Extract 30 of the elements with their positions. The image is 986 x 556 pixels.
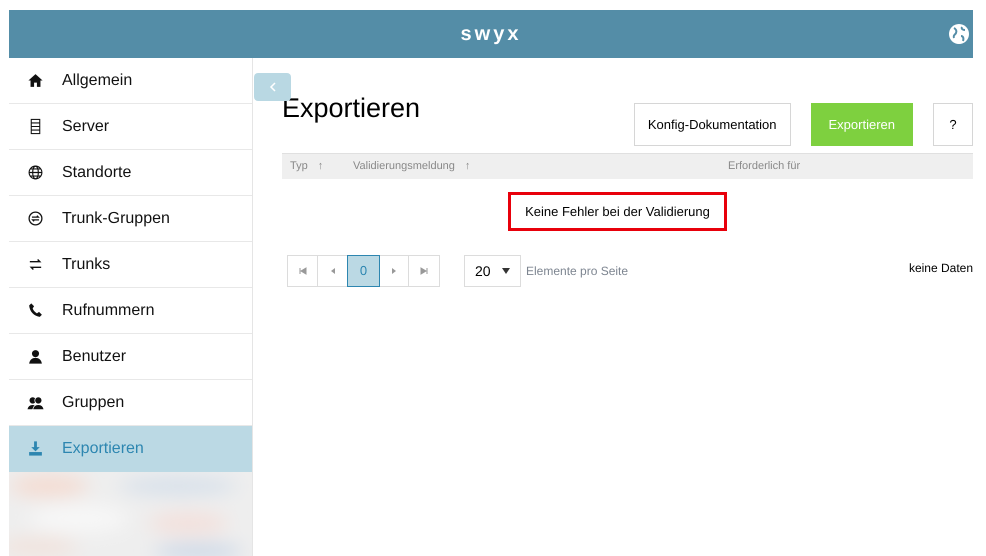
result-summary: keine Daten [908, 260, 973, 277]
sidebar-item[interactable]: Standorte [9, 150, 252, 196]
validation-message: Keine Fehler bei der Validierung [508, 192, 727, 231]
page-size-label: Elemente pro Seite [526, 263, 628, 280]
last-page-icon [420, 267, 428, 275]
documentation-button[interactable]: Konfig-Dokumentation [634, 103, 791, 146]
phone-icon [27, 302, 44, 319]
chevron-left-icon [268, 82, 278, 92]
sidebar-item[interactable]: Trunks [9, 242, 252, 288]
download-icon [27, 440, 44, 457]
caret-icon [502, 268, 510, 274]
exchange-icon [27, 256, 44, 273]
sidebar-item[interactable]: Trunk-Gruppen [9, 196, 252, 242]
page-size-select[interactable]: 20 [464, 255, 521, 287]
next-page-icon [390, 268, 396, 274]
sidebar-item[interactable]: Rufnummern [9, 288, 252, 334]
sidebar-item[interactable]: Allgemein [9, 58, 252, 104]
sidebar-item[interactable]: Server [9, 104, 252, 150]
globe-icon [27, 164, 44, 181]
users-icon [27, 394, 44, 411]
page-title: Exportieren [282, 95, 420, 122]
logo: swyx [460, 22, 522, 47]
help-button[interactable]: ? [933, 103, 973, 146]
home-icon [27, 72, 44, 89]
user-icon [27, 348, 44, 365]
first-page-icon [298, 267, 306, 275]
globe-icon[interactable] [947, 22, 971, 46]
exchange-icon [27, 210, 44, 227]
sidebar-item[interactable]: Benutzer [9, 334, 252, 380]
previous-page-icon [330, 268, 336, 274]
